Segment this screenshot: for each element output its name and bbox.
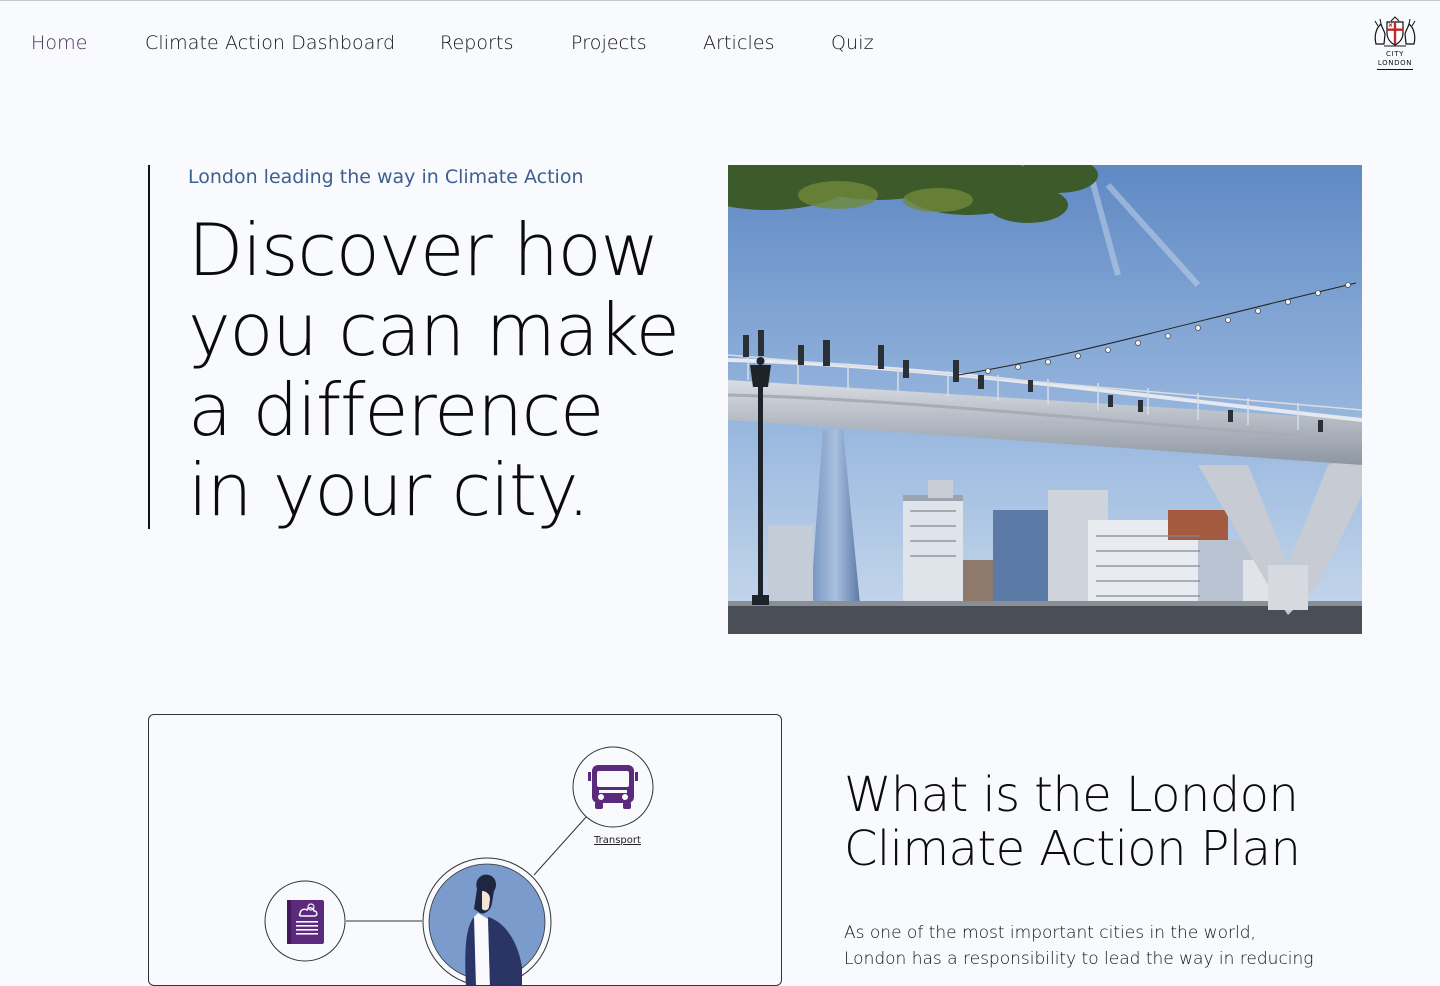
logo-underline (1377, 69, 1413, 70)
hero-kicker: London leading the way in Climate Action (188, 166, 584, 188)
weather-report-icon (264, 880, 346, 962)
transport-node[interactable] (572, 746, 654, 828)
millennium-bridge-illustration (728, 165, 1362, 634)
transport-label[interactable]: Transport (594, 835, 641, 846)
person-avatar-icon (422, 857, 552, 985)
hero-title: Discover how you can make a difference i… (188, 208, 680, 532)
nav-articles[interactable]: Articles (703, 32, 775, 54)
person-node[interactable] (422, 857, 552, 985)
city-of-london-logo[interactable]: CITY LONDON (1372, 16, 1418, 70)
section-title: What is the London Climate Action Plan (844, 767, 1301, 877)
hero-accent-rule (148, 165, 150, 529)
nav-projects[interactable]: Projects (571, 32, 647, 54)
climate-topics-card: Transport (148, 714, 782, 986)
bus-icon (572, 746, 654, 828)
hero-image (728, 165, 1362, 634)
main-nav: Home Climate Action Dashboard Reports Pr… (0, 0, 1440, 88)
logo-line2: LONDON (1377, 59, 1413, 67)
nav-climate-action-dashboard[interactable]: Climate Action Dashboard (145, 32, 395, 54)
nav-reports[interactable]: Reports (440, 32, 514, 54)
city-crest-icon (1374, 16, 1416, 47)
nav-home[interactable]: Home (31, 32, 88, 54)
logo-line1: CITY (1386, 50, 1404, 58)
weather-report-node[interactable] (264, 880, 346, 962)
section-body: As one of the most important cities in t… (844, 923, 1314, 969)
nav-quiz[interactable]: Quiz (831, 32, 874, 54)
